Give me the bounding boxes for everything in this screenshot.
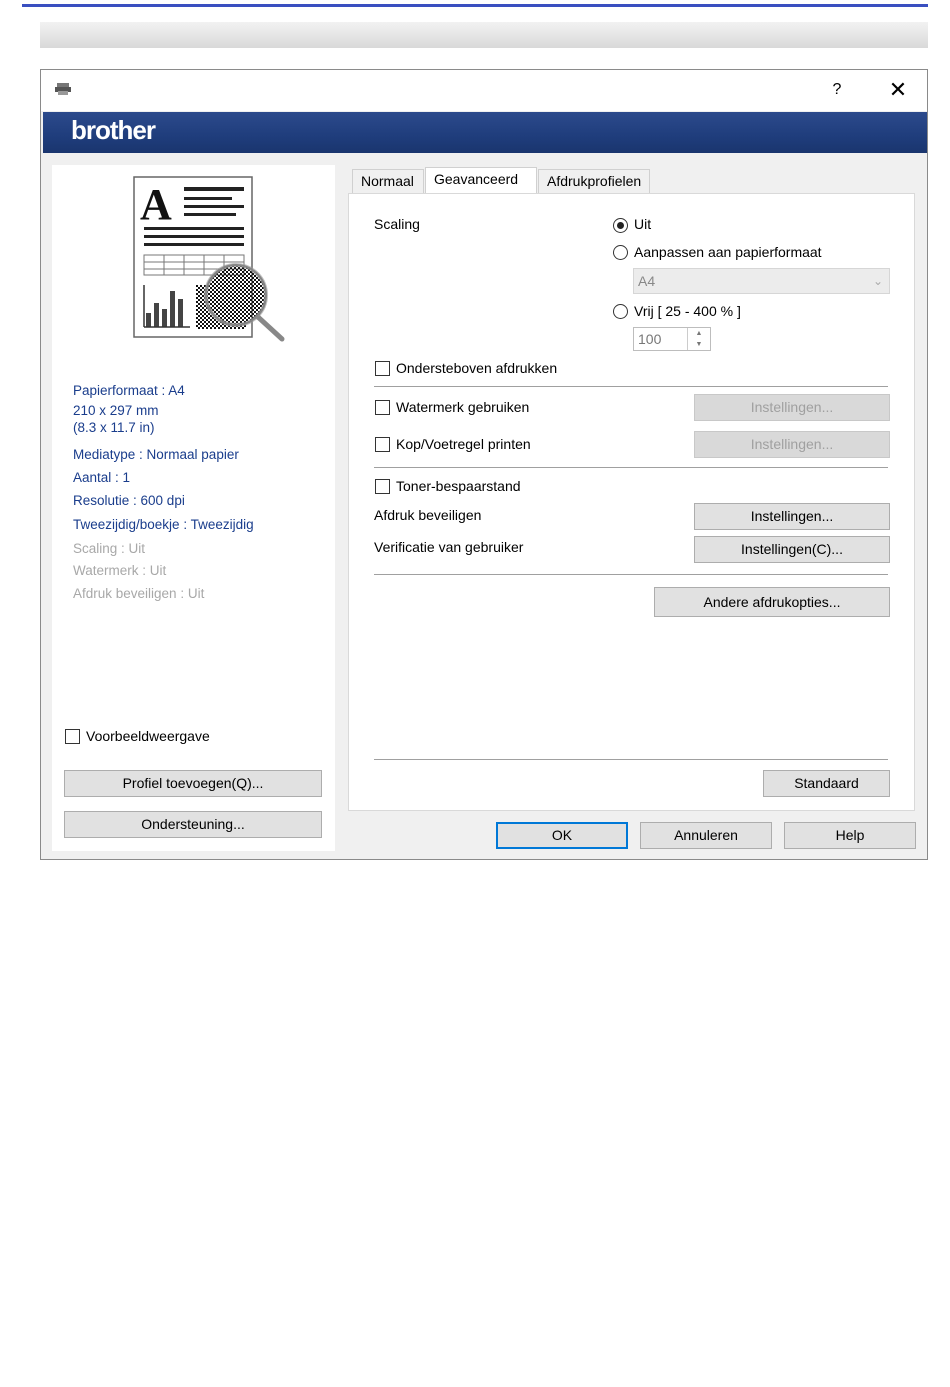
- svg-text:A: A: [140, 180, 172, 229]
- user-verification-settings-button[interactable]: Instellingen(C)...: [694, 536, 890, 563]
- tab-afdrukprofielen[interactable]: Afdrukprofielen: [538, 169, 650, 193]
- spin-arrows[interactable]: ▲ ▼: [687, 328, 710, 350]
- summary-watermark: Watermerk : Uit: [73, 563, 167, 578]
- secure-print-settings-button[interactable]: Instellingen...: [694, 503, 890, 530]
- printer-icon: [55, 83, 71, 95]
- upside-down-checkbox[interactable]: [375, 361, 390, 376]
- user-verification-label: Verificatie van gebruiker: [374, 539, 524, 555]
- settings-summary-panel: A Papierformaat: A4 210 x 297 mm (8.3 x…: [52, 165, 335, 851]
- header-footer-checkbox[interactable]: [375, 437, 390, 452]
- summary-media-type: Mediatype : Normaal papier: [73, 447, 239, 462]
- separator: [374, 467, 888, 468]
- summary-paper-in: (8.3 x 11.7 in): [73, 420, 155, 435]
- toner-save-label: Toner-bespaarstand: [396, 478, 521, 494]
- header-footer-settings-button[interactable]: Instellingen...: [694, 431, 890, 458]
- close-icon[interactable]: ✕: [883, 78, 913, 102]
- help-icon[interactable]: ?: [827, 78, 847, 102]
- summary-paper-mm: 210 x 297 mm: [73, 403, 159, 418]
- scaling-fit-radio[interactable]: [613, 245, 628, 260]
- scaling-off-label: Uit: [634, 216, 652, 232]
- cancel-button[interactable]: Annuleren: [640, 822, 772, 849]
- brother-logo: brother: [71, 115, 156, 145]
- toner-save-checkbox[interactable]: [375, 479, 390, 494]
- scaling-off-radio[interactable]: [613, 218, 628, 233]
- tab-normaal[interactable]: Normaal: [352, 169, 424, 193]
- scaling-free-radio[interactable]: [613, 304, 628, 319]
- add-profile-button[interactable]: Profiel toevoegen(Q)...: [64, 770, 322, 797]
- top-rule: [22, 4, 928, 7]
- help-button[interactable]: Help: [784, 822, 916, 849]
- paper-size-select[interactable]: A4 ⌄: [633, 268, 890, 294]
- printing-preferences-dialog: ? ✕ brother A Papierformaat: A4 210 x 2…: [40, 69, 928, 860]
- other-print-options-button[interactable]: Andere afdrukopties...: [654, 587, 890, 617]
- page-preview-icon: A: [133, 176, 285, 342]
- separator: [374, 574, 888, 575]
- preview-label: Voorbeeldweergave: [86, 728, 210, 744]
- ok-button[interactable]: OK: [496, 822, 628, 849]
- scaling-label: Scaling: [374, 216, 420, 232]
- separator: [374, 386, 888, 387]
- watermark-settings-button[interactable]: Instellingen...: [694, 394, 890, 421]
- support-button[interactable]: Ondersteuning...: [64, 811, 322, 838]
- upside-down-label: Ondersteboven afdrukken: [396, 360, 558, 376]
- preview-checkbox[interactable]: [65, 729, 80, 744]
- tab-geavanceerd[interactable]: Geavanceerd: [425, 167, 537, 193]
- chevron-down-icon: ⌄: [872, 274, 883, 288]
- scaling-free-label: Vrij [ 25 - 400 % ]: [634, 303, 741, 319]
- summary-paper-size: Papierformaat : A4: [73, 383, 185, 398]
- secure-print-label: Afdruk beveiligen: [374, 507, 482, 523]
- summary-resolution: Resolutie : 600 dpi: [73, 493, 185, 508]
- summary-duplex: Tweezijdig/boekje : Tweezijdig: [73, 517, 254, 532]
- summary-copies: Aantal : 1: [73, 470, 131, 485]
- paper-size-value: A4: [638, 273, 656, 289]
- watermark-checkbox[interactable]: [375, 400, 390, 415]
- scaling-percent-value: 100: [638, 331, 662, 347]
- header-band: [40, 22, 928, 48]
- separator: [374, 759, 888, 760]
- header-footer-label: Kop/Voetregel printen: [396, 436, 531, 452]
- scaling-fit-label: Aanpassen aan papierformaat: [634, 244, 822, 260]
- scaling-percent-input[interactable]: 100 ▲ ▼: [633, 327, 711, 351]
- watermark-label: Watermerk gebruiken: [396, 399, 530, 415]
- summary-secure-print: Afdruk beveiligen : Uit: [73, 586, 205, 601]
- default-button[interactable]: Standaard: [763, 770, 890, 797]
- title-bar: ? ✕: [41, 70, 927, 111]
- summary-scaling: Scaling : Uit: [73, 541, 146, 556]
- brand-banner: brother: [43, 112, 927, 153]
